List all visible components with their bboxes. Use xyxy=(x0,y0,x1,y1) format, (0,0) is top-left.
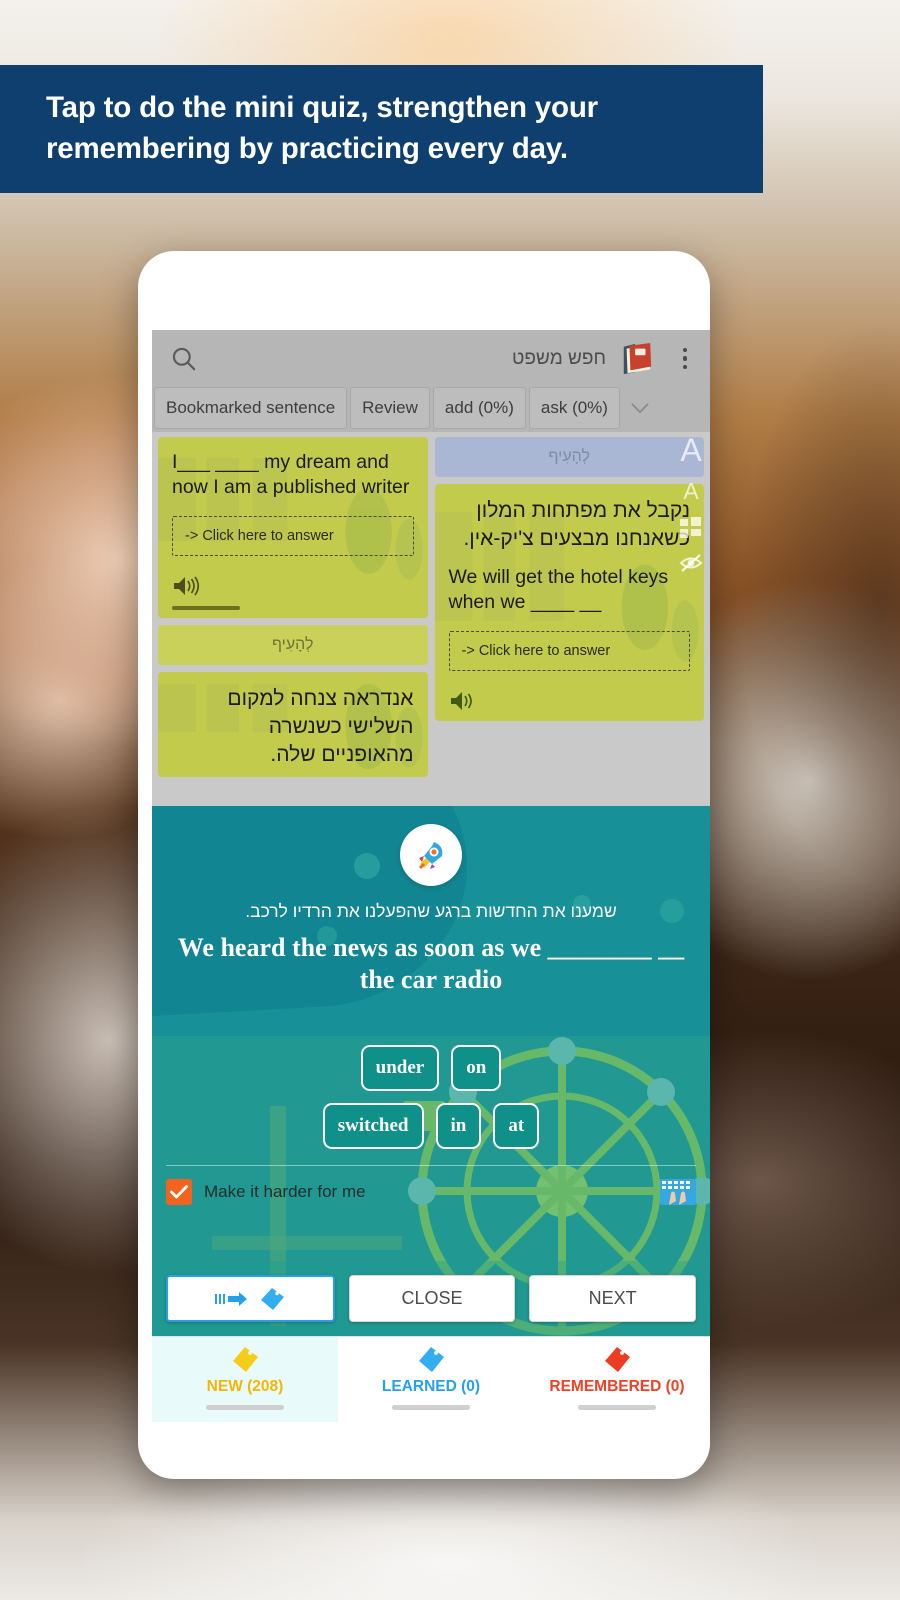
speaker-row[interactable] xyxy=(172,574,414,598)
quiz-options-row-1: under on xyxy=(360,1045,502,1092)
quiz-action-buttons: CLOSE NEXT xyxy=(152,1275,710,1322)
card-sentence-hebrew: נקבל את מפתחות המלון כשאנחנו מבצעים צ'יק… xyxy=(463,499,690,551)
arrow-tag-icon xyxy=(215,1291,248,1306)
quiz-content: שמענו את החדשות ברגע שהפעלנו את הרדיו לר… xyxy=(152,806,710,1336)
tab-ask[interactable]: ask (0%) xyxy=(528,387,620,429)
card-sentence-english: I___ ____ my dream and now I am a publis… xyxy=(172,451,410,498)
quiz-option-switched[interactable]: switched xyxy=(322,1103,424,1150)
tab-review[interactable]: Review xyxy=(350,387,430,429)
divider xyxy=(166,1165,696,1167)
rocket-badge xyxy=(400,824,462,886)
quiz-option-on[interactable]: on xyxy=(451,1045,502,1092)
quiz-options: under on switched in at xyxy=(152,1045,710,1150)
nav-item-remembered[interactable]: REMEMBERED (0) xyxy=(524,1337,710,1422)
nav-label-remembered: REMEMBERED (0) xyxy=(549,1378,685,1395)
search-input[interactable]: חפש משפט xyxy=(211,348,606,370)
app-store-screenshot: Tap to do the mini quiz, strengthen your… xyxy=(0,0,900,1600)
make-harder-label: Make it harder for me xyxy=(204,1182,366,1202)
quiz-option-at[interactable]: at xyxy=(493,1103,540,1150)
search-icon[interactable] xyxy=(170,345,197,372)
tab-add[interactable]: add (0%) xyxy=(432,387,526,429)
skip-button[interactable]: לְהָעִיף xyxy=(434,437,704,477)
hide-eye-icon[interactable] xyxy=(679,553,703,573)
quiz-option-in[interactable]: in xyxy=(435,1103,482,1150)
phone-screen: חפש משפט Bookmarked sentence Review add … xyxy=(152,330,710,1460)
book-icon[interactable] xyxy=(620,341,654,377)
card-sentence-english: We will get the hotel keys when we ____ … xyxy=(448,566,669,614)
headline-banner: Tap to do the mini quiz, strengthen your… xyxy=(0,65,763,193)
sentence-card[interactable]: I___ ____ my dream and now I am a publis… xyxy=(158,437,428,618)
tab-bookmarked-sentence[interactable]: Bookmarked sentence xyxy=(154,387,348,429)
bottom-navigation: NEW (208) LEARNED (0) REMEMBERED (0) xyxy=(152,1336,710,1422)
close-button[interactable]: CLOSE xyxy=(348,1275,516,1322)
phone-mockup: חפש משפט Bookmarked sentence Review add … xyxy=(138,251,710,1479)
font-size-small-icon[interactable]: A xyxy=(683,480,698,503)
three-dots-vertical-icon[interactable] xyxy=(674,347,696,370)
card-column-left: I___ ____ my dream and now I am a publis… xyxy=(158,437,428,806)
skip-button[interactable]: לְהָעִיף xyxy=(158,624,428,665)
checkmark-icon xyxy=(170,1185,188,1199)
nav-item-new[interactable]: NEW (208) xyxy=(152,1337,338,1422)
sentence-card[interactable]: אנדראה צנחה למקום השלישי כשנשרה מהאופניי… xyxy=(158,671,428,778)
floating-edge-toolbar[interactable]: A A xyxy=(674,434,708,573)
make-harder-checkbox[interactable] xyxy=(166,1179,192,1206)
card-column-right: לְהָעִיף נקבל את מפתחות המלון כשאנחנו מב… xyxy=(434,437,704,806)
nav-progress-bar xyxy=(578,1405,656,1410)
tag-icon-red xyxy=(605,1347,630,1372)
click-to-answer-box[interactable]: -> Click here to answer xyxy=(448,631,690,672)
tag-action-button[interactable] xyxy=(166,1275,335,1322)
make-harder-row[interactable]: Make it harder for me xyxy=(152,1179,710,1206)
nav-label-new: NEW (208) xyxy=(206,1378,284,1395)
card-underline xyxy=(172,605,240,610)
tag-icon-blue xyxy=(419,1347,444,1372)
card-sentence-hebrew: אנדראה צנחה למקום השלישי כשנשרה מהאופניי… xyxy=(227,686,414,767)
search-input-wrap[interactable]: חפש משפט xyxy=(211,348,606,370)
grid-layout-icon[interactable] xyxy=(680,517,702,539)
tag-icon-yellow xyxy=(233,1347,258,1372)
app-header: חפש משפט xyxy=(152,330,710,387)
nav-progress-bar xyxy=(392,1405,470,1410)
quiz-prompt-english: We heard the news as soon as we ________… xyxy=(177,933,685,994)
quiz-options-row-2: switched in at xyxy=(322,1103,540,1150)
quiz-prompt-hebrew: שמענו את החדשות ברגע שהפעלנו את הרדיו לר… xyxy=(245,901,617,921)
tag-icon-blue xyxy=(261,1287,285,1310)
speaker-icon[interactable] xyxy=(172,574,202,598)
headline-text: Tap to do the mini quiz, strengthen your… xyxy=(46,91,598,165)
sentence-card[interactable]: נקבל את מפתחות המלון כשאנחנו מבצעים צ'יק… xyxy=(434,484,704,722)
quiz-option-under[interactable]: under xyxy=(360,1045,440,1092)
rocket-icon xyxy=(419,842,443,869)
mini-quiz-panel: שמענו את החדשות ברגע שהפעלנו את הרדיו לר… xyxy=(152,806,710,1336)
keyboard-icon[interactable] xyxy=(660,1179,696,1206)
speaker-icon[interactable] xyxy=(449,689,479,713)
chevron-down-icon[interactable] xyxy=(622,387,657,429)
click-to-answer-box[interactable]: -> Click here to answer xyxy=(172,515,414,556)
speaker-row[interactable] xyxy=(449,689,691,713)
sentence-card-list[interactable]: I___ ____ my dream and now I am a publis… xyxy=(152,432,710,806)
nav-label-learned: LEARNED (0) xyxy=(381,1378,481,1395)
next-button[interactable]: NEXT xyxy=(529,1275,697,1322)
tab-strip: Bookmarked sentence Review add (0%) ask … xyxy=(152,387,710,432)
nav-progress-bar xyxy=(206,1405,284,1410)
font-size-large-icon[interactable]: A xyxy=(680,434,701,466)
nav-item-learned[interactable]: LEARNED (0) xyxy=(338,1337,524,1422)
